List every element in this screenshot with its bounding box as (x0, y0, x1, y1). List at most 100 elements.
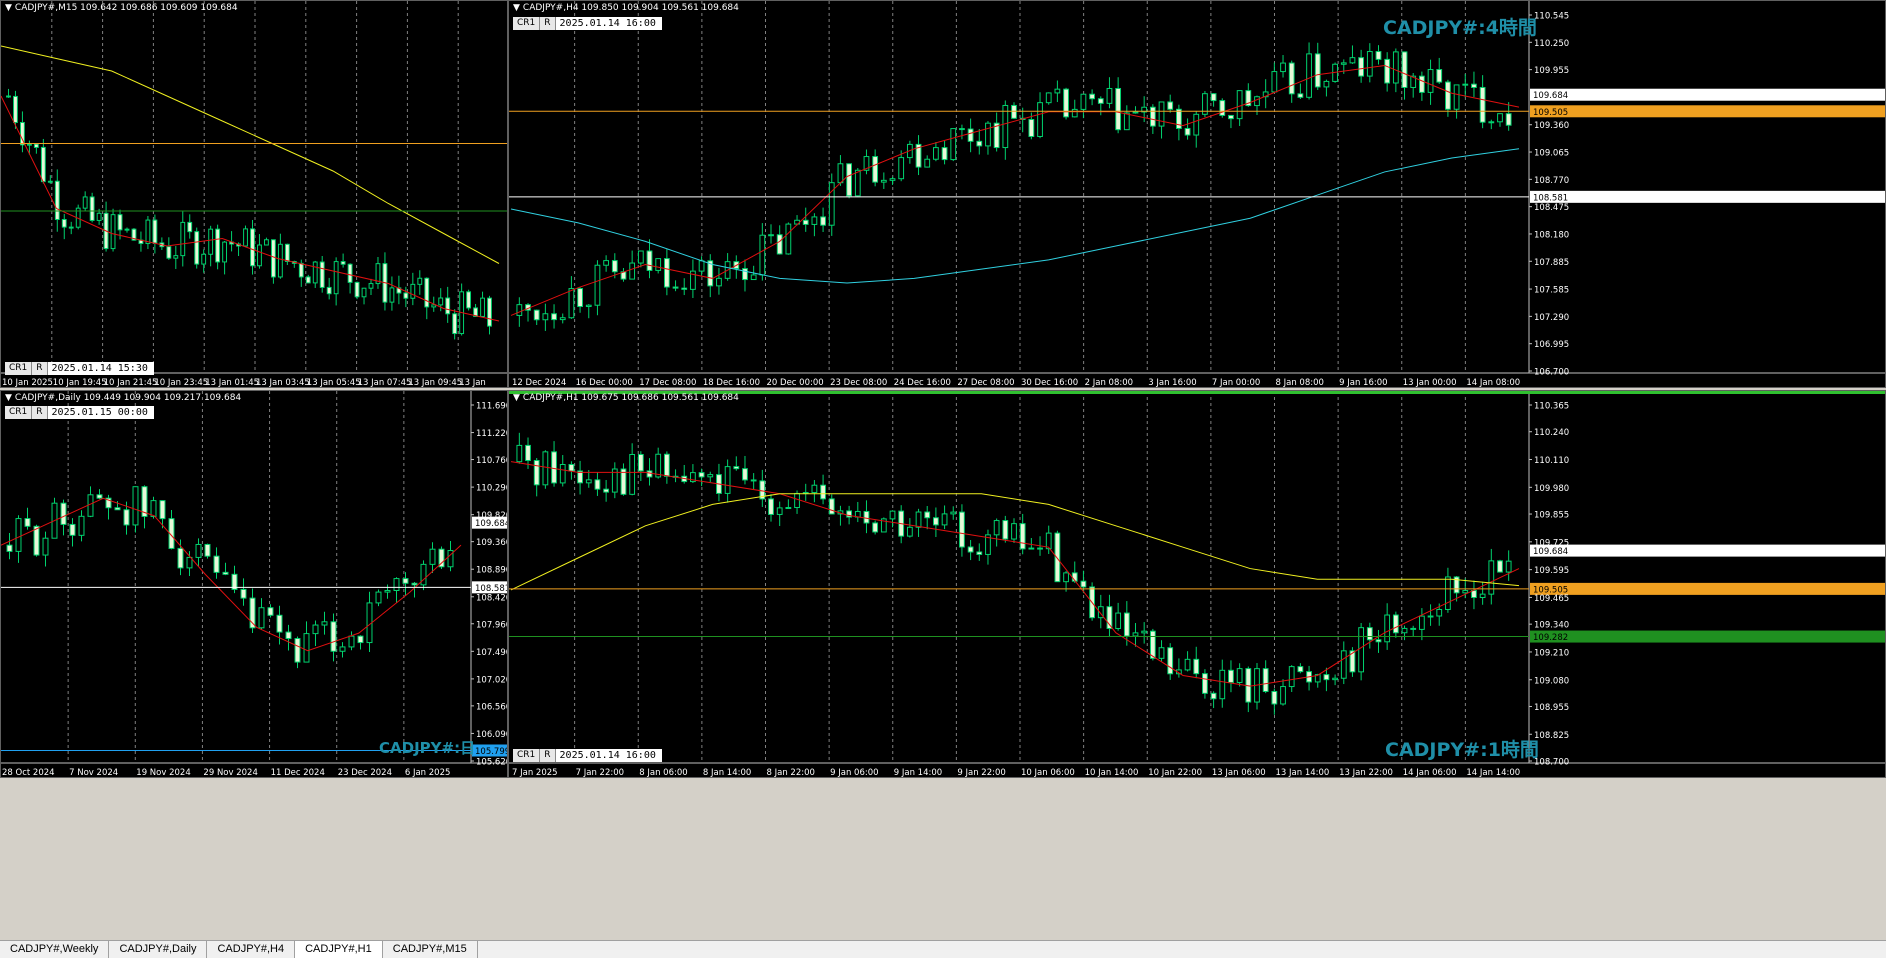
candle-body (15, 518, 22, 552)
cr1-button[interactable]: CR1 (5, 362, 33, 375)
candle-body (1184, 127, 1191, 136)
chart-canvas-h4[interactable]: 12 Dec 2024 16 Dec 00:00 17 Dec 08:00 18 De… (509, 1, 1886, 388)
candle-body (145, 219, 151, 245)
candle-body (1280, 62, 1286, 73)
time-axis-label: 13 Jan 09:45 (408, 378, 462, 388)
dropdown-triangle-icon[interactable]: ▼ (5, 393, 12, 403)
time-axis-label: 9 Jan 14:00 (894, 768, 942, 778)
candle-body (33, 143, 39, 148)
candle-body (1037, 547, 1043, 550)
candle-body (1228, 669, 1234, 683)
chart-time-control[interactable]: CR1 R 2025.01.14 16:00 (513, 17, 662, 30)
chart-canvas-h1[interactable]: 7 Jan 2025 7 Jan 22:00 8 Jan 06:00 8 Jan 14… (509, 391, 1886, 778)
candle-body (368, 283, 374, 289)
candle-body (276, 614, 283, 633)
price-axis-label: 108.890 (476, 566, 508, 576)
price-tag-label: 109.684 (1533, 547, 1568, 557)
tab-weekly[interactable]: CADJPY#,Weekly (0, 941, 110, 958)
candle-body (357, 635, 364, 644)
time-axis-label: 19 Nov 2024 (136, 768, 190, 778)
price-axis-label: 108.700 (1534, 758, 1569, 768)
chart-time-control[interactable]: CR1 R 2025.01.14 15:30 (5, 362, 154, 375)
candle-body (1054, 532, 1061, 583)
candle-body (1236, 90, 1243, 120)
candle-body (258, 607, 265, 629)
time-axis-label: 14 Jan 14:00 (1466, 768, 1520, 778)
chart-window-h1[interactable]: 7 Jan 2025 7 Jan 22:00 8 Jan 06:00 8 Jan 14… (508, 390, 1886, 778)
chart-header: ▼ CADJPY#,H4 109.850 109.904 109.561 109.… (513, 3, 739, 13)
r-button[interactable]: R (540, 17, 556, 30)
candle-body (846, 163, 852, 197)
cr1-button[interactable]: CR1 (513, 749, 541, 762)
dropdown-triangle-icon[interactable]: ▼ (513, 3, 520, 13)
chart-canvas-m15[interactable]: 10 Jan 2025 10 Jan 19:4510 Jan 21:4510 Ja… (1, 1, 508, 388)
time-axis-label: 17 Dec 08:00 (639, 378, 696, 388)
candle-body (585, 479, 592, 484)
chart-canvas-daily[interactable]: 28 Oct 2024 7 Nov 2024 19 Nov 2024 29 Nov 2… (1, 391, 508, 778)
candle-body (1280, 686, 1286, 705)
candle-body (438, 297, 444, 306)
candle-body (950, 128, 957, 161)
cr1-button[interactable]: CR1 (513, 17, 541, 30)
time-axis-label: 8 Jan 06:00 (639, 768, 687, 778)
candle-body (959, 511, 965, 548)
chart-window-h4[interactable]: 12 Dec 2024 16 Dec 00:00 17 Dec 08:00 18 De… (508, 0, 1886, 388)
candle-body (431, 304, 437, 308)
candle-body (78, 515, 85, 536)
candle-body (1167, 101, 1174, 110)
candle-body (393, 578, 400, 592)
candle-body (559, 317, 566, 321)
dropdown-triangle-icon[interactable]: ▼ (513, 393, 520, 403)
candle-body (950, 511, 957, 515)
candle-body (1358, 57, 1365, 77)
candle-body (1167, 647, 1174, 675)
candle-body (516, 304, 523, 316)
price-tag (1530, 544, 1885, 557)
r-button[interactable]: R (32, 406, 48, 419)
price-axis-label: 108.180 (1534, 230, 1569, 240)
r-button[interactable]: R (540, 749, 556, 762)
candle-body (1271, 690, 1278, 705)
tab-m15[interactable]: CADJPY#,M15 (383, 941, 478, 958)
price-axis-label: 108.955 (1534, 703, 1569, 713)
time-axis-label: 9 Jan 16:00 (1339, 378, 1387, 388)
time-axis-label: 10 Jan 21:45 (104, 378, 158, 388)
chart-window-daily[interactable]: 28 Oct 2024 7 Nov 2024 19 Nov 2024 29 Nov 2… (0, 390, 508, 778)
candle-body (1401, 627, 1408, 634)
candle-body (663, 258, 670, 288)
candle-body (361, 287, 367, 298)
candle-body (257, 244, 262, 267)
candle-body (941, 513, 948, 526)
tab-daily[interactable]: CADJPY#,Daily (109, 941, 208, 958)
price-axis-label: 109.955 (1534, 66, 1569, 76)
candle-body (1132, 632, 1139, 637)
r-button[interactable]: R (32, 362, 48, 375)
chart-time-control[interactable]: CR1 R 2025.01.15 00:00 (5, 406, 154, 419)
tab-h4[interactable]: CADJPY#,H4 (207, 941, 296, 958)
candle-body (321, 621, 328, 626)
price-axis-label: 109.855 (1534, 511, 1569, 521)
chart-window-m15[interactable]: 10 Jan 2025 10 Jan 19:45 10 Jan 21:45 10 Ja… (0, 0, 508, 388)
candle-body (1445, 81, 1451, 110)
candle-body (452, 313, 458, 335)
candle-body (1340, 62, 1347, 65)
candle-body (1418, 75, 1425, 93)
candle-body (264, 239, 269, 246)
candle-body (663, 453, 670, 477)
candle-body (1193, 658, 1200, 675)
candle-body (585, 304, 592, 308)
price-tag-label: 109.684 (475, 519, 508, 529)
candle-body (698, 472, 705, 478)
candle-body (1158, 101, 1165, 127)
price-tag-label: 108.581 (1533, 193, 1568, 203)
tab-h1[interactable]: CADJPY#,H1 (295, 941, 383, 958)
time-axis-label: 11 Dec 2024 (271, 768, 325, 778)
dropdown-triangle-icon[interactable]: ▼ (5, 3, 12, 13)
candle-body (82, 196, 88, 209)
candle-body (298, 262, 304, 278)
candle-body (384, 590, 391, 593)
chart-header: ▼ CADJPY#,M15 109.642 109.686 109.609 109… (5, 3, 238, 13)
cr1-button[interactable]: CR1 (5, 406, 33, 419)
chart-time-control[interactable]: CR1 R 2025.01.14 16:00 (513, 749, 662, 762)
candle-body (222, 241, 228, 263)
